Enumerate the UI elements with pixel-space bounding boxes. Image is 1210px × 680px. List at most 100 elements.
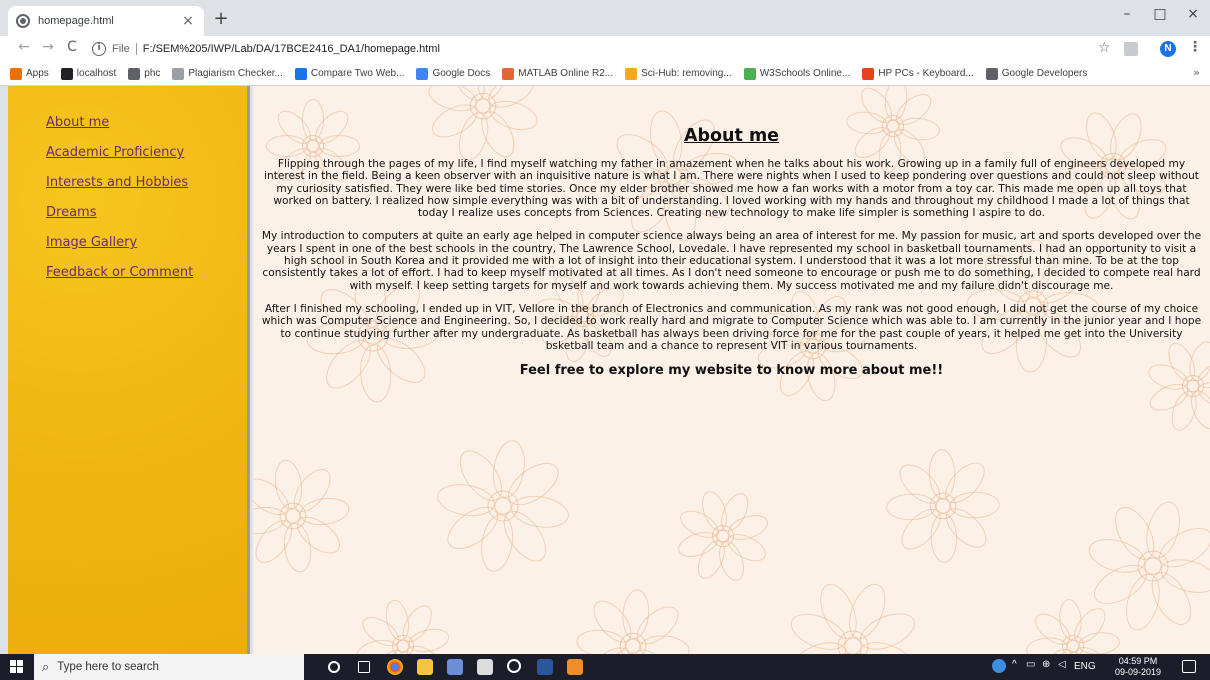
floral-motif	[1026, 599, 1120, 654]
tools-icon	[60, 67, 73, 80]
bookmarks-overflow-icon[interactable]: »	[1193, 66, 1200, 79]
volume-icon[interactable]: ◁	[1058, 659, 1066, 670]
apps-grid-icon	[10, 67, 22, 80]
sidebar-link[interactable]: Dreams	[46, 205, 96, 220]
clock-time: 04:59 PM	[1118, 656, 1158, 666]
minimize-button[interactable]: –	[1112, 6, 1142, 22]
sidebar-item: Interests and Hobbies	[46, 171, 247, 201]
bookmark-label: Google Developers	[1001, 68, 1088, 79]
paragraph-1: Flipping through the pages of my life, I…	[264, 158, 1199, 220]
bookmark-item[interactable]: Sci-Hub: removing...	[625, 67, 732, 80]
bookmark-item[interactable]: localhost	[60, 67, 117, 80]
chrome-icon[interactable]	[387, 659, 403, 675]
reload-button[interactable]: C	[62, 39, 82, 55]
floral-motif	[576, 589, 690, 654]
info-icon[interactable]: i	[92, 42, 106, 56]
bookmark-item[interactable]: MATLAB Online R2...	[502, 67, 614, 80]
sidebar-link[interactable]: Image Gallery	[46, 235, 137, 250]
sidebar-link-list: About me Academic Proficiency Interests an…	[8, 86, 247, 291]
windows-taskbar: ⌕ Type here to search ^ ▭ ⊕ ◁ ENG 04:59 …	[0, 654, 1210, 680]
bookmark-item[interactable]: Plagiarism Checker...	[172, 67, 283, 80]
file-explorer-icon[interactable]	[417, 659, 433, 675]
page-viewport: About me Academic Proficiency Interests an…	[0, 86, 1210, 654]
new-tab-button[interactable]: +	[210, 8, 232, 29]
tab-close-icon[interactable]: ×	[180, 13, 196, 29]
sidebar-item: About me	[46, 111, 247, 141]
floral-motif	[790, 583, 916, 654]
bookmark-item[interactable]: HP PCs - Keyboard...	[862, 67, 974, 80]
bookmark-item[interactable]: W3Schools Online...	[743, 67, 850, 80]
mail-icon[interactable]	[477, 659, 493, 675]
bookmark-item[interactable]: Apps	[10, 67, 49, 80]
paint-icon[interactable]	[447, 659, 463, 675]
sidebar-link[interactable]: About me	[46, 115, 109, 130]
forward-button[interactable]: →	[38, 39, 58, 55]
browser-tab[interactable]: homepage.html ×	[8, 6, 204, 36]
matlab-icon	[502, 67, 515, 80]
sublime-icon[interactable]	[567, 659, 583, 675]
bookmark-label: MATLAB Online R2...	[518, 68, 614, 79]
task-view-icon[interactable]	[358, 661, 370, 673]
language-indicator[interactable]: ENG	[1074, 661, 1096, 672]
bookmark-label: localhost	[76, 68, 117, 79]
bookmark-label: Plagiarism Checker...	[188, 68, 283, 79]
sst-icon	[172, 67, 185, 80]
tray-chevron-icon[interactable]: ^	[1012, 659, 1017, 670]
sidebar-link[interactable]: Academic Proficiency	[46, 145, 184, 160]
sidebar-link[interactable]: Interests and Hobbies	[46, 175, 188, 190]
windows-start-icon[interactable]	[10, 660, 24, 674]
browser-toolbar: ← → C i File F:/SEM%205/IWP/Lab/DA/17BCE…	[0, 36, 1210, 62]
hp-icon	[862, 67, 875, 80]
bookmark-label: Sci-Hub: removing...	[641, 68, 732, 79]
help-icon[interactable]	[992, 659, 1006, 673]
bookmark-item[interactable]: Google Developers	[985, 67, 1088, 80]
back-button[interactable]: ←	[14, 39, 34, 55]
bookmark-label: phc	[144, 68, 161, 79]
cortana-icon[interactable]	[328, 661, 340, 673]
floral-motif	[886, 449, 1000, 563]
tab-title: homepage.html	[38, 15, 114, 27]
extension-icon[interactable]	[1124, 42, 1138, 56]
taskbar-clock[interactable]: 04:59 PM 09-09-2019	[1108, 656, 1168, 678]
clock-date: 09-09-2019	[1114, 667, 1162, 677]
sidebar-link[interactable]: Feedback or Comment	[46, 265, 193, 280]
search-placeholder: Type here to search	[57, 661, 159, 673]
tab-strip: homepage.html × + – □ ×	[0, 0, 1210, 36]
word-icon[interactable]	[537, 659, 553, 675]
sidebar-item: Feedback or Comment	[46, 261, 247, 291]
notifications-icon[interactable]	[1182, 660, 1196, 673]
closing-line: Feel free to explore my website to know …	[519, 363, 944, 379]
url-separator	[135, 43, 137, 55]
taskbar-search-box[interactable]: ⌕ Type here to search	[34, 654, 304, 680]
floral-motif	[437, 440, 569, 572]
w3-icon	[743, 67, 756, 80]
globe-icon	[16, 14, 30, 28]
network-icon[interactable]: ⊕	[1042, 659, 1050, 670]
floral-motif	[253, 459, 350, 573]
sidebar-nav: About me Academic Proficiency Interests an…	[8, 86, 250, 654]
sidebar-item: Academic Proficiency	[46, 141, 247, 171]
bookmark-item[interactable]: Compare Two Web...	[294, 67, 405, 80]
address-bar[interactable]: i File F:/SEM%205/IWP/Lab/DA/17BCE2416_D…	[92, 38, 1132, 60]
bookmark-item[interactable]: phc	[128, 67, 161, 80]
battery-icon[interactable]: ▭	[1026, 659, 1035, 670]
groove-icon[interactable]	[507, 659, 521, 673]
floral-motif	[356, 599, 450, 654]
close-window-button[interactable]: ×	[1178, 6, 1208, 22]
bookmark-label: Apps	[26, 68, 49, 79]
paragraph-3: After I finished my schooling, I ended u…	[261, 302, 1202, 352]
maximize-button[interactable]: □	[1145, 6, 1175, 22]
page-heading: About me	[683, 126, 780, 146]
bookmark-label: Google Docs	[432, 68, 491, 79]
docs-icon	[416, 67, 429, 80]
c-logo-icon	[294, 67, 307, 80]
bookmark-item[interactable]: Google Docs	[416, 67, 491, 80]
bookmark-label: Compare Two Web...	[310, 68, 405, 79]
bookmark-star-icon[interactable]: ☆	[1098, 40, 1111, 56]
profile-avatar[interactable]: N	[1160, 41, 1176, 57]
url-text[interactable]: F:/SEM%205/IWP/Lab/DA/17BCE2416_DA1/home…	[143, 43, 440, 55]
scihub-icon	[625, 67, 638, 80]
bookmark-label: HP PCs - Keyboard...	[878, 68, 974, 79]
paragraph-2: My introduction to computers at quite an…	[261, 230, 1202, 292]
browser-menu-icon[interactable]: ⋮	[1188, 39, 1202, 55]
